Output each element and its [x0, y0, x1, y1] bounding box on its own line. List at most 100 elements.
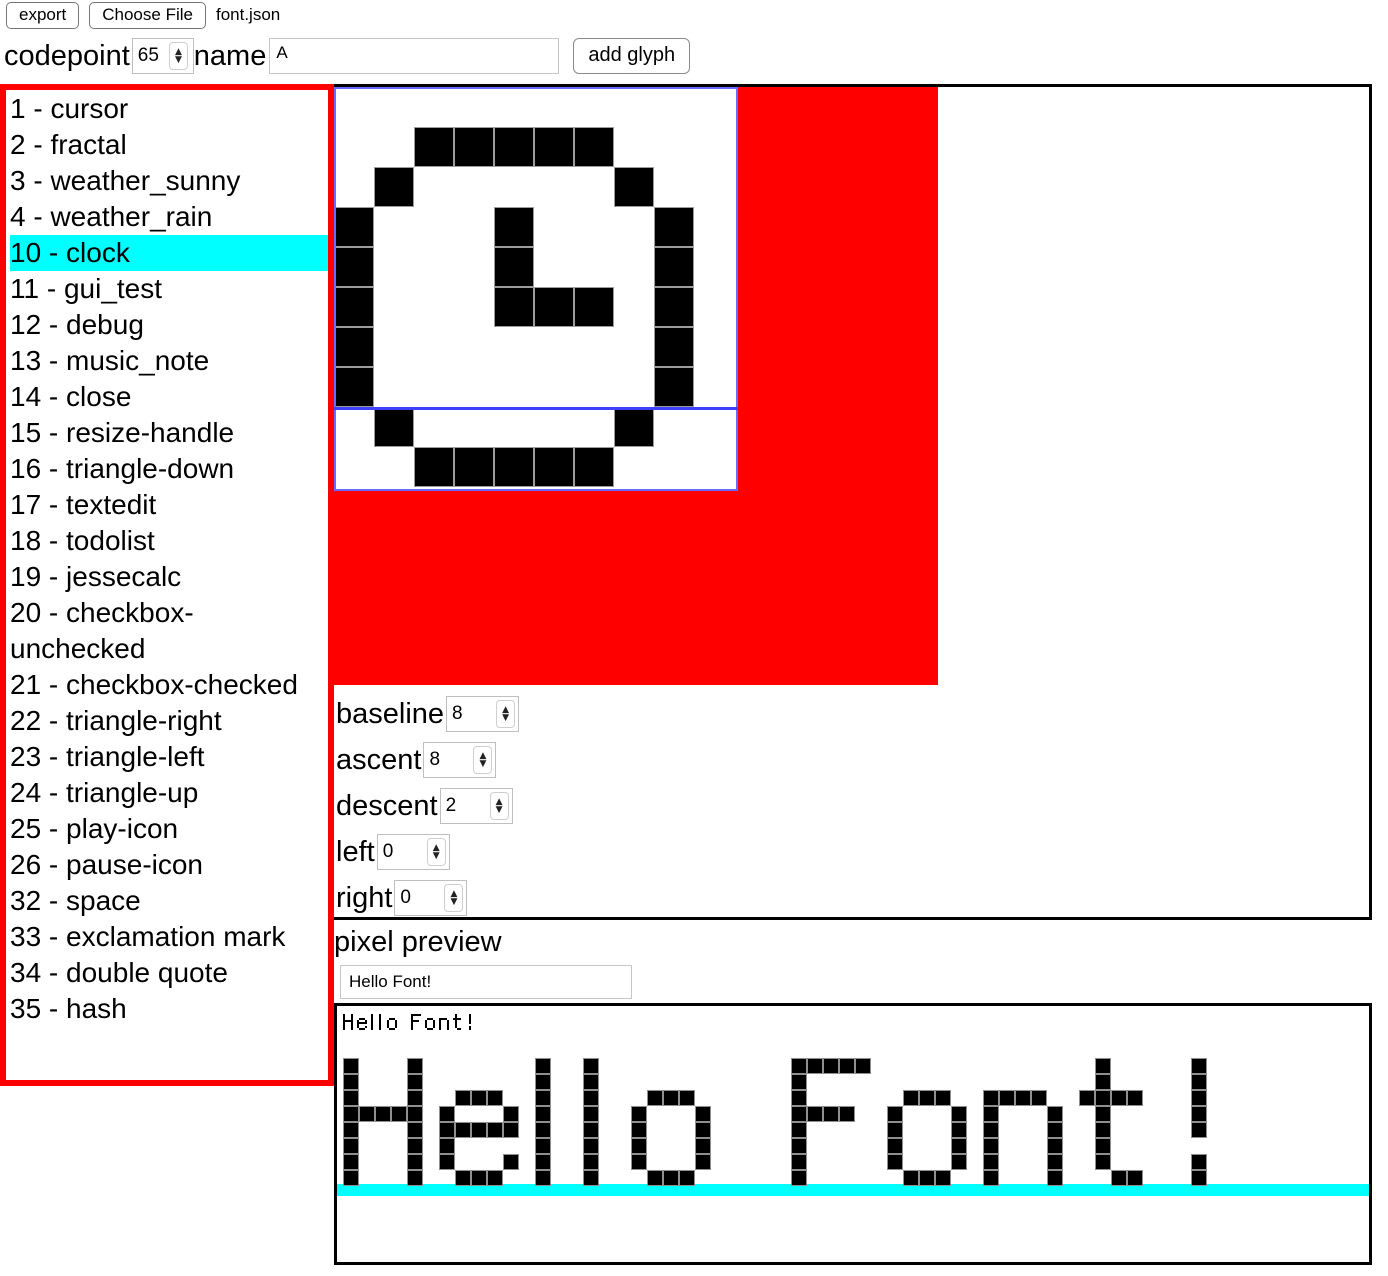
- glyph-pixel[interactable]: [574, 127, 614, 167]
- text-render-panel: [334, 1003, 1372, 1265]
- render-pixel: [951, 1106, 967, 1122]
- glyph-list-item[interactable]: 19 - jessecalc: [10, 559, 328, 595]
- glyph-name-input[interactable]: A: [269, 38, 560, 74]
- render-pixel: [439, 1028, 441, 1030]
- glyph-editor-panel: baseline 8 ▲ ▼ ascent 8 ▲ ▼ descent 2 ▲ ▼ left 0 ▲ ▼ rig…: [334, 84, 1372, 920]
- metric-spinner-icon[interactable]: ▲ ▼: [426, 838, 446, 866]
- glyph-pixel[interactable]: [614, 167, 654, 207]
- glyph-list-item[interactable]: 35 - hash: [10, 991, 328, 1027]
- glyph-list-item[interactable]: 18 - todolist: [10, 523, 328, 559]
- glyph-pixel[interactable]: [574, 447, 614, 487]
- render-pixel: [407, 1074, 423, 1090]
- glyph-list-item[interactable]: 22 - triangle-right: [10, 703, 328, 739]
- metric-spinner-icon[interactable]: ▲ ▼: [444, 884, 464, 912]
- render-pixel: [365, 1022, 367, 1024]
- glyph-list-item[interactable]: 2 - fractal: [10, 127, 328, 163]
- metric-value: 2: [445, 795, 457, 816]
- render-pixel: [791, 1170, 807, 1186]
- render-pixel: [631, 1154, 647, 1170]
- glyph-canvas[interactable]: [334, 87, 938, 685]
- add-glyph-button[interactable]: add glyph: [573, 38, 691, 74]
- glyph-list-item[interactable]: 17 - textedit: [10, 487, 328, 523]
- glyph-list-item[interactable]: 11 - gui_test: [10, 271, 328, 307]
- glyph-pixel[interactable]: [494, 447, 534, 487]
- render-pixel: [983, 1138, 999, 1154]
- render-pixel: [439, 1106, 455, 1122]
- metric-label: left: [336, 836, 375, 868]
- metric-spinner-icon[interactable]: ▲ ▼: [473, 746, 493, 774]
- glyph-pixel[interactable]: [574, 287, 614, 327]
- glyph-pixel[interactable]: [374, 167, 414, 207]
- render-pixel: [395, 1026, 397, 1028]
- glyph-pixel[interactable]: [494, 127, 534, 167]
- glyph-list-item[interactable]: 16 - triangle-down: [10, 451, 328, 487]
- glyph-pixel[interactable]: [494, 287, 534, 327]
- metric-label: descent: [336, 790, 438, 822]
- glyph-pixel[interactable]: [334, 367, 374, 407]
- render-pixel: [455, 1090, 471, 1106]
- metric-stepper[interactable]: 8 ▲ ▼: [423, 742, 497, 778]
- metric-stepper[interactable]: 2 ▲ ▼: [439, 788, 513, 824]
- glyph-pixel-grid[interactable]: [334, 87, 738, 491]
- render-pixel: [1047, 1170, 1063, 1186]
- glyph-pixel[interactable]: [414, 447, 454, 487]
- glyph-list-item[interactable]: 4 - weather_rain: [10, 199, 328, 235]
- glyph-list-item[interactable]: 21 - checkbox-checked: [10, 667, 328, 703]
- metric-stepper[interactable]: 0 ▲ ▼: [376, 834, 450, 870]
- codepoint-stepper[interactable]: 65 ▲ ▼: [131, 38, 194, 74]
- render-pixel: [663, 1090, 679, 1106]
- metric-stepper[interactable]: 8 ▲ ▼: [446, 696, 520, 732]
- glyph-list-item[interactable]: 20 - checkbox-unchecked: [10, 595, 328, 667]
- pixel-preview-input[interactable]: Hello Font!: [340, 965, 632, 999]
- render-pixel: [439, 1122, 455, 1138]
- glyph-pixel[interactable]: [414, 127, 454, 167]
- glyph-list-item[interactable]: 23 - triangle-left: [10, 739, 328, 775]
- metric-spinner-icon[interactable]: ▲ ▼: [496, 700, 516, 728]
- glyph-list-item[interactable]: 14 - close: [10, 379, 328, 415]
- glyph-list-item[interactable]: 13 - music_note: [10, 343, 328, 379]
- glyph-list-item[interactable]: 24 - triangle-up: [10, 775, 328, 811]
- glyph-list-item[interactable]: 33 - exclamation mark: [10, 919, 328, 955]
- glyph-pixel[interactable]: [494, 247, 534, 287]
- glyph-pixel[interactable]: [454, 127, 494, 167]
- codepoint-value: 65: [137, 45, 159, 66]
- glyph-list-item[interactable]: 3 - weather_sunny: [10, 163, 328, 199]
- glyph-pixel[interactable]: [654, 207, 694, 247]
- render-pixel: [455, 1170, 471, 1186]
- glyph-list-item[interactable]: 32 - space: [10, 883, 328, 919]
- glyph-list-item[interactable]: 34 - double quote: [10, 955, 328, 991]
- glyph-pixel[interactable]: [614, 407, 654, 447]
- metric-spinner-icon[interactable]: ▲ ▼: [489, 792, 509, 820]
- glyph-pixel[interactable]: [334, 207, 374, 247]
- glyph-list-item[interactable]: 26 - pause-icon: [10, 847, 328, 883]
- glyph-pixel[interactable]: [374, 407, 414, 447]
- glyph-pixel[interactable]: [654, 367, 694, 407]
- metric-label: right: [336, 882, 393, 914]
- codepoint-spinner-icon[interactable]: ▲ ▼: [168, 42, 188, 70]
- metric-row: right 0 ▲ ▼: [336, 875, 756, 921]
- glyph-list-item[interactable]: 10 - clock: [10, 235, 328, 271]
- glyph-pixel[interactable]: [334, 287, 374, 327]
- glyph-pixel[interactable]: [534, 447, 574, 487]
- render-pixel: [583, 1122, 599, 1138]
- export-button[interactable]: export: [6, 1, 80, 29]
- glyph-list[interactable]: 1 - cursor 2 - fractal 3 - weather_sunny 4 …: [0, 84, 334, 1086]
- glyph-pixel[interactable]: [654, 247, 694, 287]
- render-pixel: [535, 1058, 551, 1074]
- glyph-pixel[interactable]: [654, 327, 694, 367]
- glyph-list-item[interactable]: 15 - resize-handle: [10, 415, 328, 451]
- glyph-pixel[interactable]: [334, 247, 374, 287]
- glyph-list-item[interactable]: 25 - play-icon: [10, 811, 328, 847]
- choose-file-button[interactable]: Choose File: [89, 1, 206, 29]
- render-pixel: [439, 1154, 455, 1170]
- glyph-pixel[interactable]: [454, 447, 494, 487]
- glyph-list-item[interactable]: 1 - cursor: [10, 91, 328, 127]
- glyph-list-item[interactable]: 12 - debug: [10, 307, 328, 343]
- glyph-pixel[interactable]: [334, 327, 374, 367]
- glyph-pixel[interactable]: [654, 287, 694, 327]
- render-pixel: [695, 1154, 711, 1170]
- glyph-pixel[interactable]: [534, 127, 574, 167]
- metric-stepper[interactable]: 0 ▲ ▼: [394, 880, 468, 916]
- glyph-pixel[interactable]: [494, 207, 534, 247]
- glyph-pixel[interactable]: [534, 287, 574, 327]
